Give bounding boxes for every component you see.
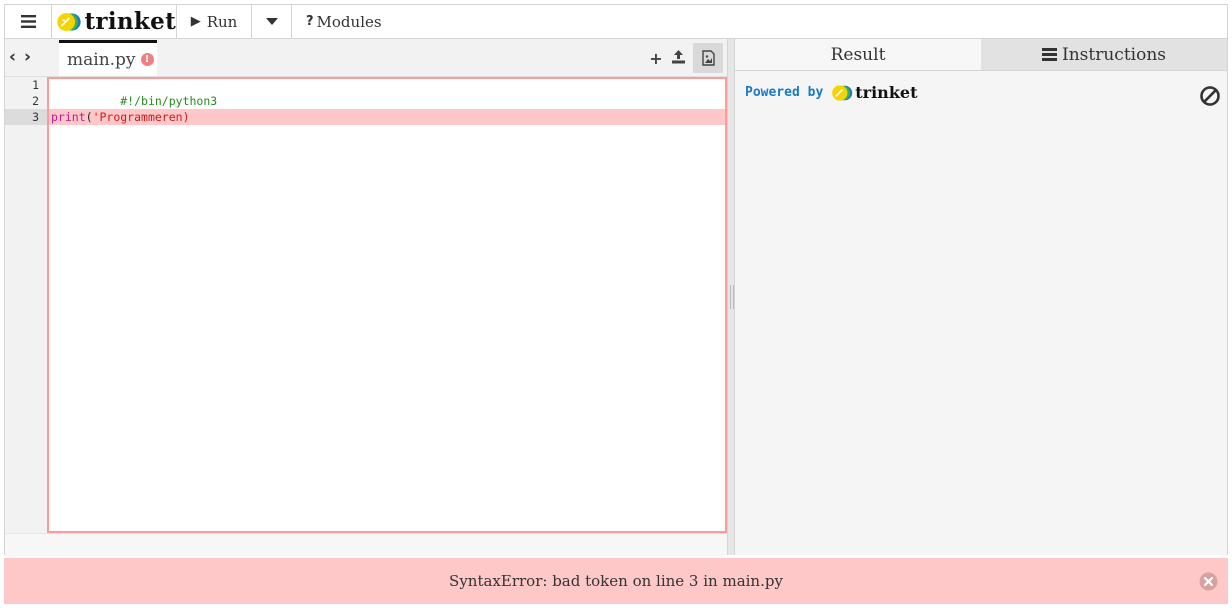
- upload-icon[interactable]: [667, 49, 689, 68]
- line-gutter: 1 2 3: [5, 77, 47, 533]
- pane-splitter[interactable]: [727, 39, 735, 555]
- tab-main-py[interactable]: main.py !: [59, 40, 157, 76]
- error-message: SyntaxError: bad token on line 3 in main…: [449, 572, 783, 590]
- question-icon: ?: [306, 14, 314, 29]
- error-banner: SyntaxError: bad token on line 3 in main…: [4, 558, 1228, 604]
- run-button[interactable]: ▶ Run: [177, 5, 252, 38]
- play-icon: ▶: [190, 14, 201, 29]
- splitter-grip-icon: [730, 285, 734, 309]
- editor-pane: ‹ › main.py ! + 1 2 3 #!/bin/python3 pri…: [5, 39, 727, 556]
- powered-by[interactable]: Powered by trinket: [745, 83, 917, 102]
- output-pane: Result Instructions Powered by trinket: [735, 39, 1227, 555]
- tab-result[interactable]: Result: [735, 39, 981, 70]
- trinket-logo-icon: [832, 84, 853, 101]
- line-number: 3: [32, 110, 39, 124]
- chevron-right-icon[interactable]: ›: [24, 47, 31, 67]
- stop-button[interactable]: [1199, 85, 1221, 111]
- code-paren: (: [85, 110, 93, 124]
- brand-name: trinket: [84, 8, 176, 35]
- code-comment: #!/bin/python3: [120, 94, 218, 108]
- tab-instructions[interactable]: Instructions: [981, 39, 1227, 70]
- code-line: #!/bin/python3: [51, 77, 217, 108]
- code-string: 'Programmeren: [92, 110, 183, 124]
- caret-down-icon: [265, 18, 278, 25]
- tab-result-label: Result: [830, 44, 886, 65]
- tab-instructions-label: Instructions: [1062, 44, 1166, 65]
- trinket-editor: trinket ▶ Run ? Modules ‹ › main.py ! + …: [4, 4, 1228, 556]
- trinket-logo[interactable]: trinket: [52, 5, 177, 38]
- code-editor[interactable]: 1 2 3 #!/bin/python3 print('Programmeren…: [5, 77, 727, 533]
- code-paren: ): [182, 110, 190, 124]
- file-tab-bar: ‹ › main.py ! +: [5, 39, 727, 77]
- trinket-logo-icon: [57, 12, 81, 31]
- menu-button[interactable]: [5, 5, 52, 38]
- hamburger-icon: [20, 15, 36, 28]
- file-tab-label: main.py: [67, 49, 136, 70]
- chevron-left-icon[interactable]: ‹: [9, 47, 16, 67]
- error-indicator-icon: !: [140, 53, 154, 66]
- powered-by-label: Powered by: [745, 85, 824, 100]
- output-tabs: Result Instructions: [735, 39, 1227, 71]
- code-area[interactable]: #!/bin/python3 print('Programmeren): [47, 77, 727, 533]
- file-actions: +: [645, 43, 723, 73]
- code-line: print('Programmeren): [51, 109, 190, 125]
- run-options-dropdown[interactable]: [252, 5, 292, 38]
- list-icon: [1042, 48, 1057, 61]
- toolbar: trinket ▶ Run ? Modules: [5, 5, 1227, 39]
- add-file-icon[interactable]: +: [645, 49, 667, 68]
- stop-icon: [1200, 86, 1220, 106]
- tab-nav: ‹ ›: [9, 47, 31, 67]
- modules-button[interactable]: ? Modules: [292, 5, 396, 38]
- close-icon[interactable]: [1199, 572, 1218, 595]
- run-label: Run: [206, 12, 238, 31]
- editor-status-bar: [5, 533, 727, 556]
- modules-label: Modules: [316, 12, 382, 31]
- powered-brand: trinket: [855, 83, 918, 102]
- line-number: 2: [32, 94, 39, 108]
- image-library-icon[interactable]: [693, 43, 723, 73]
- line-number: 1: [32, 78, 39, 92]
- code-keyword: print: [51, 110, 86, 124]
